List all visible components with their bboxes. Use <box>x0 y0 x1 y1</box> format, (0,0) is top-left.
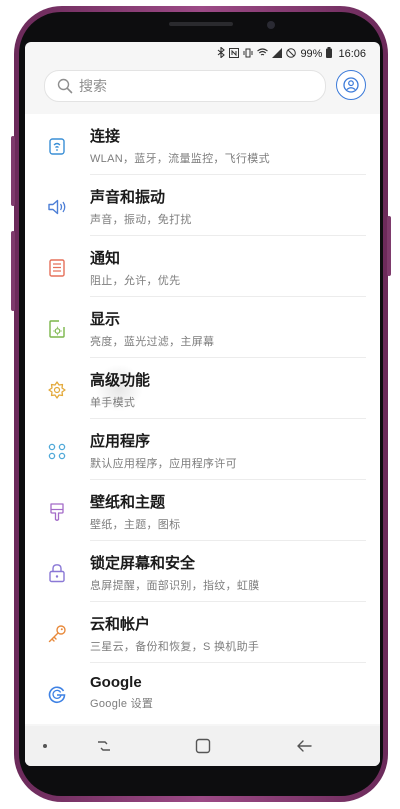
bixby-button <box>11 231 15 311</box>
item-title: 显示 <box>90 311 121 328</box>
item-subtitle: 亮度，蓝光过滤，主屏幕 <box>90 336 215 348</box>
item-title: 壁纸和主题 <box>90 494 166 511</box>
volume-button <box>11 136 15 206</box>
nav-dot-icon <box>43 744 47 748</box>
earpiece <box>169 22 233 26</box>
settings-item-apps[interactable]: 应用程序 默认应用程序，应用程序许可 <box>25 419 380 480</box>
search-input[interactable]: 搜索 <box>44 70 326 102</box>
power-button <box>387 216 391 276</box>
settings-item-connections[interactable]: 连接 WLAN，蓝牙，流量监控，飞行模式 <box>25 114 380 175</box>
clock: 16:06 <box>338 48 366 60</box>
battery-percent: 99% <box>300 48 323 60</box>
apps-icon <box>45 439 69 463</box>
search-area: 搜索 <box>25 64 380 116</box>
display-icon <box>45 317 69 341</box>
lock-icon <box>45 561 69 585</box>
signal-icon <box>272 47 283 61</box>
item-subtitle: 单手模式 <box>90 397 136 409</box>
search-icon <box>57 78 73 94</box>
key-icon <box>45 622 69 646</box>
navigation-bar <box>25 726 380 766</box>
item-subtitle: 息屏提醒，面部识别，指纹，虹膜 <box>90 580 260 592</box>
item-title: 云和帐户 <box>90 616 151 633</box>
profile-icon <box>343 77 359 93</box>
do-not-disturb-icon <box>286 47 297 61</box>
recent-apps-icon[interactable] <box>95 738 113 759</box>
item-title: Google <box>90 674 142 691</box>
item-subtitle: 壁纸，主题，图标 <box>90 519 181 531</box>
settings-item-display[interactable]: 显示 亮度，蓝光过滤，主屏幕 <box>25 297 380 358</box>
home-icon[interactable] <box>195 738 211 759</box>
vibrate-icon <box>243 48 253 61</box>
notification-icon <box>45 256 69 280</box>
item-title: 锁定屏幕和安全 <box>90 555 196 572</box>
item-title: 应用程序 <box>90 433 151 450</box>
item-subtitle: 三星云，备份和恢复，S 换机助手 <box>90 641 260 653</box>
nfc-icon <box>229 47 240 61</box>
screen: 99% 16:06 搜索 连接 WLAN，蓝牙，流量监控，飞行模式 声音和振动 … <box>25 42 380 766</box>
item-title: 通知 <box>90 250 121 267</box>
settings-item-google[interactable]: Google Google 设置 <box>25 663 380 724</box>
item-title: 连接 <box>90 128 121 145</box>
connections-icon <box>45 134 69 158</box>
item-subtitle: 阻止，允许，优先 <box>90 275 181 287</box>
settings-item-lock-screen-security[interactable]: 锁定屏幕和安全 息屏提醒，面部识别，指纹，虹膜 <box>25 541 380 602</box>
settings-item-notifications[interactable]: 通知 阻止，允许，优先 <box>25 236 380 297</box>
item-subtitle: Google 设置 <box>90 698 154 710</box>
back-icon[interactable] <box>295 738 313 759</box>
search-placeholder: 搜索 <box>79 78 107 94</box>
item-title: 高级功能 <box>90 372 151 389</box>
item-title: 声音和振动 <box>90 189 166 206</box>
item-subtitle: WLAN，蓝牙，流量监控，飞行模式 <box>90 153 270 165</box>
google-icon <box>45 683 69 707</box>
bluetooth-icon <box>217 46 226 61</box>
settings-item-advanced-features[interactable]: 高级功能 单手模式 <box>25 358 380 419</box>
battery-icon <box>326 47 333 61</box>
settings-item-cloud-accounts[interactable]: 云和帐户 三星云，备份和恢复，S 换机助手 <box>25 602 380 663</box>
front-camera <box>267 21 275 29</box>
item-subtitle: 默认应用程序，应用程序许可 <box>90 458 237 470</box>
wifi-icon <box>257 48 269 60</box>
advanced-features-icon <box>45 378 69 402</box>
status-bar: 99% 16:06 <box>25 42 380 64</box>
settings-item-sound[interactable]: 声音和振动 声音，振动，免打扰 <box>25 175 380 236</box>
brush-icon <box>45 500 69 524</box>
settings-item-wallpapers-themes[interactable]: 壁纸和主题 壁纸，主题，图标 <box>25 480 380 541</box>
speaker-icon <box>45 195 69 219</box>
profile-button[interactable] <box>336 70 366 100</box>
item-subtitle: 声音，振动，免打扰 <box>90 214 192 226</box>
settings-list: 连接 WLAN，蓝牙，流量监控，飞行模式 声音和振动 声音，振动，免打扰 通知 … <box>25 114 380 724</box>
